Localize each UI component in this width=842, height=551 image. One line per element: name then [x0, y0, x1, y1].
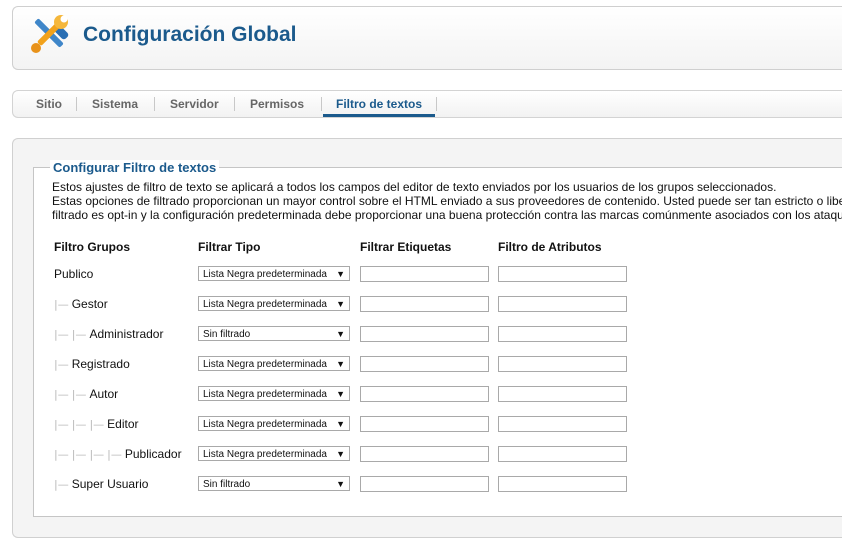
- main-panel: Configurar Filtro de textos Estos ajuste…: [12, 138, 842, 538]
- dropdown-arrow-icon: ▼: [336, 449, 345, 459]
- group-name: Gestor: [71, 297, 108, 311]
- tree-line-icon: |—: [89, 448, 105, 461]
- filter-attributes-input[interactable]: [498, 476, 627, 492]
- text-filter-fieldset: Configurar Filtro de textos Estos ajuste…: [33, 160, 842, 517]
- filter-type-value: Lista Negra predeterminada: [203, 389, 327, 400]
- group-name: Publico: [54, 267, 94, 281]
- tab-servidor[interactable]: Servidor: [170, 97, 219, 111]
- filter-type-select[interactable]: Lista Negra predeterminada ▼: [198, 266, 350, 281]
- filter-type-value: Sin filtrado: [203, 329, 251, 340]
- filter-tags-input[interactable]: [360, 326, 489, 342]
- tab-sitio[interactable]: Sitio: [36, 97, 62, 111]
- tab-separator: [154, 97, 155, 111]
- tree-line-icon: |—: [71, 448, 87, 461]
- description-line: filtrado es opt-in y la configuración pr…: [52, 208, 842, 222]
- filter-type-value: Lista Negra predeterminada: [203, 359, 327, 370]
- filter-type-select[interactable]: Lista Negra predeterminada ▼: [198, 356, 350, 371]
- filter-tags-input[interactable]: [360, 446, 489, 462]
- tree-line-icon: |—: [89, 418, 105, 431]
- tree-line-icon: |—: [107, 448, 122, 461]
- tree-line-icon: |—: [54, 328, 69, 341]
- description-line: Estos ajustes de filtro de texto se apli…: [52, 180, 777, 194]
- tab-bar: Sitio Sistema Servidor Permisos Filtro d…: [12, 90, 842, 118]
- filter-attributes-input[interactable]: [498, 416, 627, 432]
- column-header-filtro-grupos: Filtro Grupos: [54, 240, 130, 254]
- group-label: |— |— Administrador: [54, 327, 163, 342]
- group-label: Publico: [54, 267, 93, 281]
- filter-type-select[interactable]: Lista Negra predeterminada ▼: [198, 446, 350, 461]
- tree-line-icon: |—: [54, 448, 69, 461]
- tab-filtro-de-textos[interactable]: Filtro de textos: [336, 97, 422, 111]
- group-name: Editor: [107, 417, 139, 431]
- tools-icon: [27, 13, 71, 57]
- tree-line-icon: |—: [71, 328, 87, 341]
- dropdown-arrow-icon: ▼: [336, 479, 345, 489]
- filter-type-value: Lista Negra predeterminada: [203, 419, 327, 430]
- group-label: |— Gestor: [54, 297, 108, 312]
- filter-tags-input[interactable]: [360, 356, 489, 372]
- tree-line-icon: |—: [71, 388, 87, 401]
- filter-type-select[interactable]: Lista Negra predeterminada ▼: [198, 416, 350, 431]
- filter-type-select[interactable]: Sin filtrado ▼: [198, 476, 350, 491]
- group-name: Administrador: [89, 327, 164, 341]
- page-title: Configuración Global: [83, 23, 297, 46]
- filter-type-select[interactable]: Sin filtrado ▼: [198, 326, 350, 341]
- filter-type-value: Sin filtrado: [203, 479, 251, 490]
- column-header-filtrar-tipo: Filtrar Tipo: [198, 240, 261, 254]
- column-header-filtrar-etiquetas: Filtrar Etiquetas: [360, 240, 452, 254]
- tab-separator: [436, 97, 437, 111]
- tab-separator: [76, 97, 77, 111]
- group-label: |— Super Usuario: [54, 477, 148, 492]
- description: Estos ajustes de filtro de texto se apli…: [52, 180, 842, 222]
- group-label: |— |— |— |— Publicador: [54, 447, 182, 462]
- filter-attributes-input[interactable]: [498, 296, 627, 312]
- filter-type-select[interactable]: Lista Negra predeterminada ▼: [198, 296, 350, 311]
- column-header-filtro-atributos: Filtro de Atributos: [498, 240, 602, 254]
- group-name: Autor: [89, 387, 119, 401]
- filter-attributes-input[interactable]: [498, 386, 627, 402]
- description-line: Estas opciones de filtrado proporcionan …: [52, 194, 842, 208]
- tab-permisos[interactable]: Permisos: [250, 97, 304, 111]
- dropdown-arrow-icon: ▼: [336, 389, 345, 399]
- filter-type-select[interactable]: Lista Negra predeterminada ▼: [198, 386, 350, 401]
- filter-tags-input[interactable]: [360, 386, 489, 402]
- tree-line-icon: |—: [54, 358, 69, 371]
- group-name: Publicador: [124, 447, 182, 461]
- tab-sistema[interactable]: Sistema: [92, 97, 138, 111]
- dropdown-arrow-icon: ▼: [336, 269, 345, 279]
- dropdown-arrow-icon: ▼: [336, 299, 345, 309]
- filter-attributes-input[interactable]: [498, 326, 627, 342]
- filter-attributes-input[interactable]: [498, 446, 627, 462]
- group-name: Super Usuario: [71, 477, 149, 491]
- tree-line-icon: |—: [54, 388, 69, 401]
- active-tab-indicator: [323, 114, 435, 117]
- fieldset-legend: Configurar Filtro de textos: [50, 160, 220, 175]
- tab-separator: [234, 97, 235, 111]
- dropdown-arrow-icon: ▼: [336, 359, 345, 369]
- filter-tags-input[interactable]: [360, 416, 489, 432]
- tree-line-icon: |—: [54, 298, 69, 311]
- group-label: |— Registrado: [54, 357, 130, 372]
- filter-tags-input[interactable]: [360, 266, 489, 282]
- dropdown-arrow-icon: ▼: [336, 329, 345, 339]
- tree-line-icon: |—: [71, 418, 87, 431]
- tree-line-icon: |—: [54, 478, 69, 491]
- filter-type-value: Lista Negra predeterminada: [203, 269, 327, 280]
- group-label: |— |— Autor: [54, 387, 118, 402]
- tree-line-icon: |—: [54, 418, 69, 431]
- tab-separator: [321, 97, 322, 111]
- group-name: Registrado: [71, 357, 130, 371]
- filter-tags-input[interactable]: [360, 476, 489, 492]
- header-panel: Configuración Global: [12, 6, 842, 70]
- filter-tags-input[interactable]: [360, 296, 489, 312]
- filter-type-value: Lista Negra predeterminada: [203, 299, 327, 310]
- group-label: |— |— |— Editor: [54, 417, 139, 432]
- filter-type-value: Lista Negra predeterminada: [203, 449, 327, 460]
- filter-attributes-input[interactable]: [498, 356, 627, 372]
- dropdown-arrow-icon: ▼: [336, 419, 345, 429]
- filter-attributes-input[interactable]: [498, 266, 627, 282]
